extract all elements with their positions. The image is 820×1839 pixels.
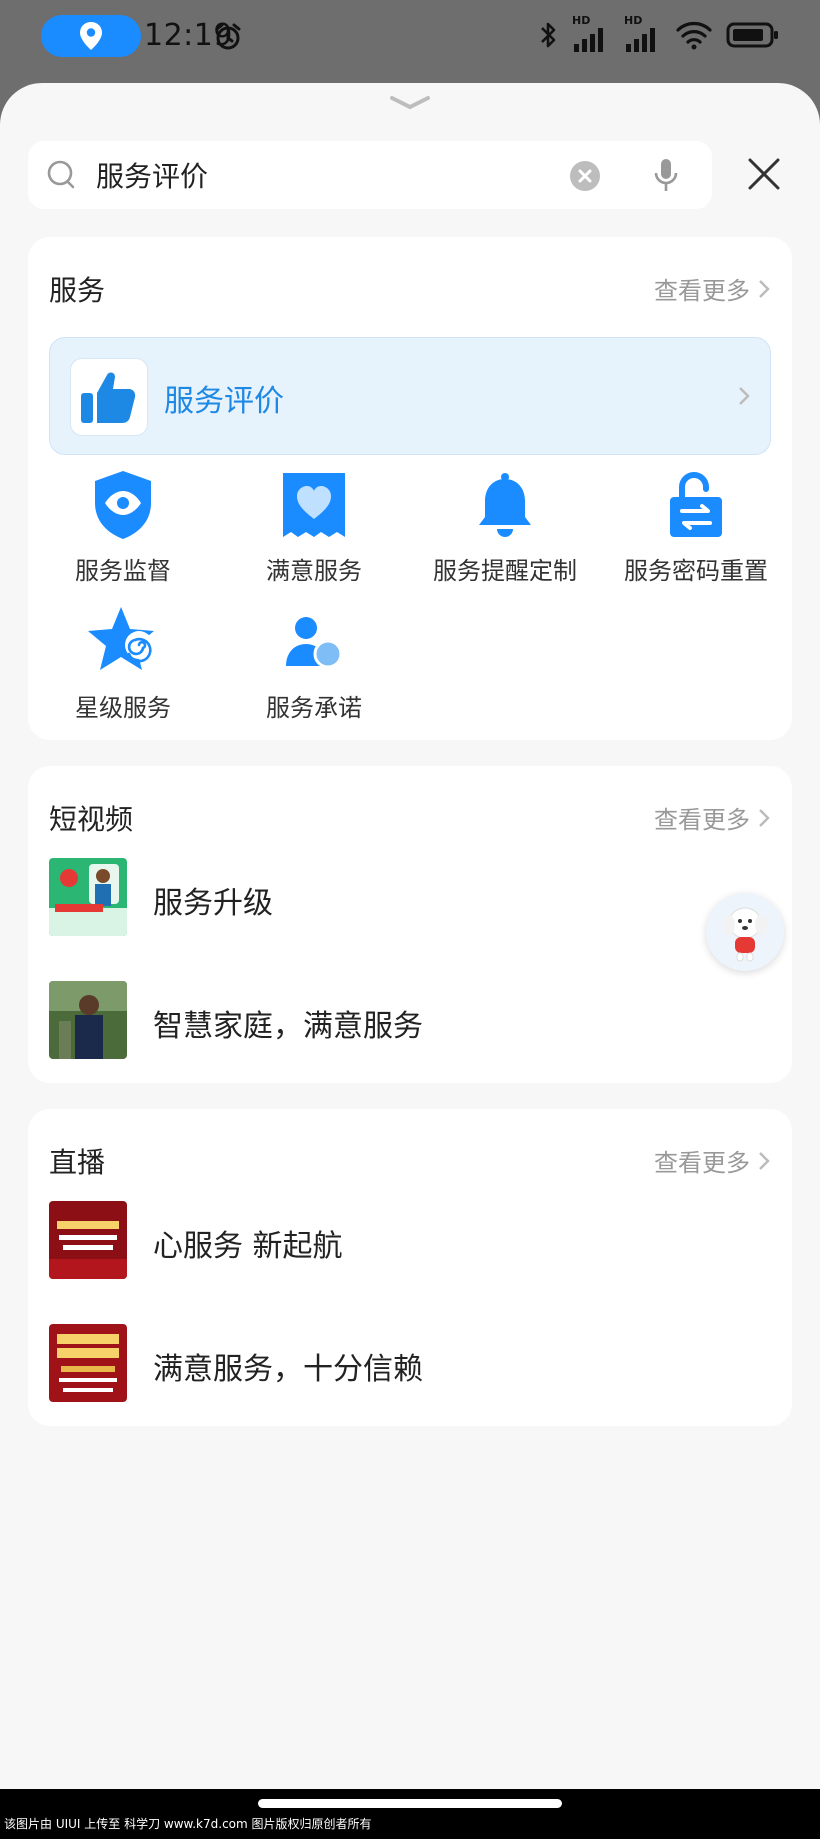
bell-icon [479,473,531,537]
service-reminder-custom[interactable]: 服务提醒定制 [410,465,600,586]
short-video-card: 短视频 查看更多 服务升级 智慧家庭，满意服务 [28,766,792,1083]
signal-2: HD [624,14,662,52]
heart-receipt-icon [283,473,345,537]
microphone-icon[interactable] [652,157,680,195]
service-password-reset[interactable]: 服务密码重置 [601,465,791,586]
search-bar[interactable]: 服务评价 [28,141,712,209]
star-swirl-icon [88,607,154,670]
chevron-right-icon [759,808,770,827]
shield-eye-icon [95,471,151,539]
person-badge-icon [286,617,343,669]
service-title: 服务 [49,274,106,307]
mascot-icon [723,907,767,962]
signal-1: HD [572,14,610,52]
service-evaluation-entry[interactable]: 服务评价 [49,337,771,455]
short-video-more-link[interactable]: 查看更多 [654,800,770,835]
close-icon[interactable] [747,157,781,191]
wifi-icon [676,22,712,50]
feature-label: 服务评价 [164,384,284,419]
grid-item-label: 服务承诺 [266,694,362,722]
short-video-more-label: 查看更多 [654,806,750,834]
live-more-link[interactable]: 查看更多 [654,1143,770,1178]
clear-icon[interactable] [569,160,601,192]
chevron-right-icon [739,387,750,405]
short-video-item[interactable]: 服务升级 [49,858,771,938]
chevron-right-icon [759,1151,770,1170]
live-label: 心服务 新起航 [153,1229,343,1264]
grid-item-label: 服务提醒定制 [433,557,577,585]
video-thumbnail [49,981,127,1059]
search-sheet: 服务评价 服务 查看更多 服务评价 服务监督 满意服务 服务提醒定制 服务密码重… [0,83,820,1789]
feature-icon-box [70,358,148,436]
alarm-icon [215,23,241,50]
live-label: 满意服务，十分信赖 [153,1352,423,1387]
bottom-bar: 该图片由 UIUI 上传至 科学刀 www.k7d.com 图片版权归原创者所有 [0,1789,820,1839]
collapse-handle-icon[interactable] [390,95,430,111]
search-input[interactable]: 服务评价 [96,155,208,195]
video-thumbnail [49,858,127,936]
cell-signal-icon [574,28,603,52]
video-thumbnail-image [49,981,127,1059]
live-more-label: 查看更多 [654,1149,750,1177]
live-item[interactable]: 满意服务，十分信赖 [49,1324,771,1404]
video-thumbnail-image [49,858,127,936]
grid-item-label: 服务监督 [75,557,171,585]
chevron-right-icon [759,279,770,298]
cell-signal-icon [626,28,655,52]
service-supervision[interactable]: 服务监督 [28,465,218,586]
home-indicator[interactable] [258,1799,562,1808]
watermark-text: 该图片由 UIUI 上传至 科学刀 www.k7d.com 图片版权归原创者所有 [4,1817,372,1831]
star-service[interactable]: 星级服务 [28,602,218,723]
bluetooth-icon [541,22,556,48]
search-icon [47,160,75,189]
short-video-label: 服务升级 [153,886,273,921]
grid-item-label: 满意服务 [266,557,362,585]
service-card: 服务 查看更多 服务评价 服务监督 满意服务 服务提醒定制 服务密码重置 星级服… [28,237,792,740]
location-indicator[interactable] [41,15,141,57]
battery-icon [726,22,778,48]
location-pin-icon [80,22,102,50]
satisfied-service[interactable]: 满意服务 [219,465,409,586]
live-item[interactable]: 心服务 新起航 [49,1201,771,1281]
live-thumbnail-image [49,1324,127,1402]
live-title: 直播 [49,1146,106,1179]
assistant-mascot-button[interactable] [706,893,784,971]
short-video-item[interactable]: 智慧家庭，满意服务 [49,981,771,1061]
live-card: 直播 查看更多 心服务 新起航 满意服务，十分信赖 [28,1109,792,1426]
live-thumbnail [49,1201,127,1279]
service-more-label: 查看更多 [654,277,750,305]
live-thumbnail-image [49,1201,127,1279]
status-bar: 12:19 HD HD [0,0,820,75]
service-more-link[interactable]: 查看更多 [654,271,770,306]
lock-swap-icon [670,472,722,537]
grid-item-label: 星级服务 [75,694,171,722]
live-thumbnail [49,1324,127,1402]
grid-item-label: 服务密码重置 [624,557,768,585]
short-video-label: 智慧家庭，满意服务 [153,1009,423,1044]
service-commitment[interactable]: 服务承诺 [219,602,409,723]
short-video-title: 短视频 [49,803,134,836]
thumbs-up-icon [81,372,136,423]
